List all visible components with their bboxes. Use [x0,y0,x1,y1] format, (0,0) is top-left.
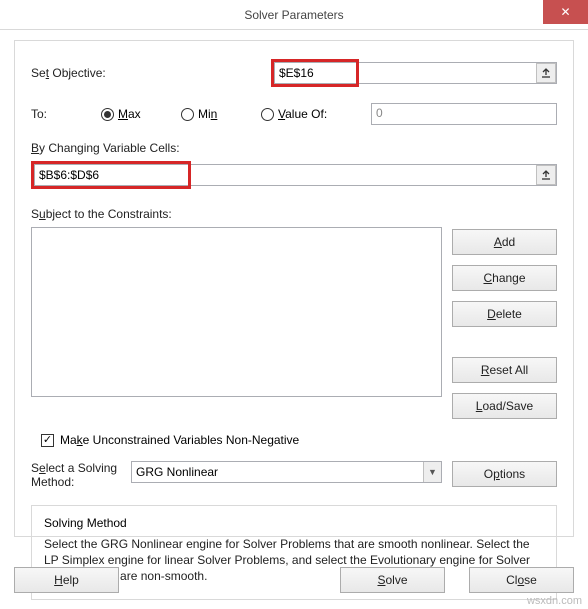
radio-max[interactable]: Max [101,107,181,121]
radio-min-label: Min [198,107,217,121]
close-button[interactable]: Close [469,567,574,593]
collapse-icon [541,170,551,180]
collapse-dialog-button[interactable] [536,63,556,83]
dialog-panel: Set Objective: To: Max Min Value Of: 0 B… [14,40,574,537]
radio-icon [181,108,194,121]
solve-button[interactable]: Solve [340,567,445,593]
reset-all-button[interactable]: Reset All [452,357,557,383]
radio-icon [101,108,114,121]
changing-cells-input-ext[interactable] [188,164,557,186]
close-window-button[interactable]: ✕ [543,0,588,24]
changing-highlight [31,161,191,189]
method-value: GRG Nonlinear [131,461,442,483]
changing-cells-label: By Changing Variable Cells: [31,141,557,155]
nonneg-label: Make Unconstrained Variables Non-Negativ… [60,433,299,447]
delete-button[interactable]: Delete [452,301,557,327]
to-row: To: Max Min Value Of: 0 [31,103,557,125]
load-save-button[interactable]: Load/Save [452,393,557,419]
objective-ref-box [356,62,557,84]
window-title: Solver Parameters [244,8,343,22]
method-select[interactable]: GRG Nonlinear ▼ [131,461,442,483]
method-label: Select a Solving Method: [31,461,131,489]
add-button[interactable]: Add [452,229,557,255]
set-objective-input[interactable] [274,62,356,84]
changing-cells-input[interactable] [34,164,188,186]
valueof-input[interactable]: 0 [371,103,557,125]
nonneg-row: ✓ Make Unconstrained Variables Non-Negat… [41,433,557,447]
set-objective-label: Set Objective: [31,66,271,80]
dialog-footer: Help Solve Close [14,567,574,593]
set-objective-input-ext[interactable] [356,62,557,84]
change-button[interactable]: Change [452,265,557,291]
chevron-down-icon: ▼ [423,462,441,482]
constraint-buttons: Add Change Delete Reset All Load/Save [452,227,557,419]
changing-ref-box [188,164,557,186]
close-icon: ✕ [560,5,570,19]
title-bar: Solver Parameters ✕ [0,0,588,30]
objective-highlight [271,59,359,87]
help-button[interactable]: Help [14,567,119,593]
radio-icon [261,108,274,121]
radio-valueof[interactable]: Value Of: [261,107,371,121]
radio-min[interactable]: Min [181,107,261,121]
to-label: To: [31,107,101,121]
constraints-area: Add Change Delete Reset All Load/Save [31,227,557,419]
changing-cells-row [31,161,557,189]
collapse-dialog-button[interactable] [536,165,556,185]
info-heading: Solving Method [44,516,544,530]
radio-valueof-label: Value Of: [278,107,327,121]
options-button[interactable]: Options [452,461,557,487]
constraints-list[interactable] [31,227,442,397]
method-row: Select a Solving Method: GRG Nonlinear ▼… [31,461,557,489]
nonneg-checkbox[interactable]: ✓ [41,434,54,447]
collapse-icon [541,68,551,78]
constraints-label: Subject to the Constraints: [31,207,557,221]
watermark: wsxdn.com [527,595,582,607]
set-objective-row: Set Objective: [31,59,557,87]
radio-max-label: Max [118,107,141,121]
